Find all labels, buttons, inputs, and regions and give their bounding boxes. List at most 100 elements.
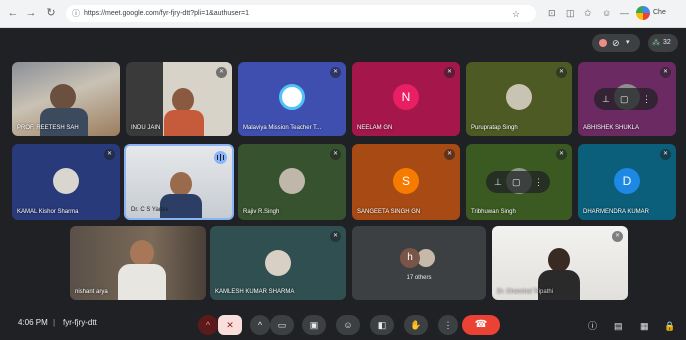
avatar: N xyxy=(393,84,419,110)
participant-tile-active-speaker[interactable]: Dr. C S Yadav xyxy=(124,144,234,220)
mic-off-icon: ✕ xyxy=(444,67,455,78)
participant-tile[interactable]: N ✕ NEELAM GN xyxy=(352,62,460,136)
participant-name: Rajiv R.Singh xyxy=(243,209,280,215)
participant-name: nishant arya xyxy=(75,289,108,295)
extension-icon[interactable]: ⊡ xyxy=(548,7,556,19)
participant-tile[interactable]: ⊥ ▢ ⋮ ✕ ABHISHEK SHUKLA xyxy=(578,62,676,136)
people-button[interactable]: ⁂ 32 xyxy=(648,34,678,52)
participant-tile[interactable]: ✕ Malaviya Mission Teacher T... xyxy=(238,62,346,136)
pin-icon[interactable]: ⊥ xyxy=(602,92,610,106)
participant-name: Dr. Chanchal Tripathi xyxy=(497,289,554,295)
address-bar[interactable]: ⓘ https://meet.google.com/fyr-fjry-dtt?p… xyxy=(66,5,536,22)
pin-icon[interactable]: ⊥ xyxy=(494,175,502,189)
participant-count: 32 xyxy=(663,39,671,46)
more-options-icon[interactable]: ⋮ xyxy=(642,92,651,106)
video-feed xyxy=(548,248,570,272)
avatar xyxy=(506,84,532,110)
participant-tile[interactable]: nishant arya xyxy=(70,226,206,300)
video-feed xyxy=(50,84,76,110)
participant-name: Purupratap Singh xyxy=(471,125,518,131)
participant-tile[interactable]: ✕ KAMLESH KUMAR SHARMA xyxy=(210,226,346,300)
participant-tile[interactable]: PROF. REETESH SAH xyxy=(12,62,120,136)
host-controls-icon[interactable]: 🔒 xyxy=(664,320,675,332)
more-options-button[interactable]: ⋮ xyxy=(438,315,458,335)
participant-name: KAMAL Kishor Sharma xyxy=(17,209,79,215)
participant-tile[interactable]: ✕ Rajiv R.Singh xyxy=(238,144,346,220)
call-controls-bar: 4:06 PM | fyr-fjry-dtt ^ ✕ ^ ▭ ▣ ☺ ◧ ✋ ⋮… xyxy=(0,306,686,340)
participant-tile[interactable]: ✕ INDU JAIN xyxy=(126,62,232,136)
bookmark-star-icon[interactable]: ☆ xyxy=(512,8,520,20)
participant-name: Malaviya Mission Teacher T... xyxy=(243,125,322,131)
recording-dot-icon xyxy=(599,39,607,47)
avatar xyxy=(53,168,79,194)
forward-icon[interactable]: → xyxy=(24,6,38,20)
participant-name: DHARMENDRA KUMAR xyxy=(583,209,650,215)
profile-label: Che xyxy=(653,9,666,16)
video-feed xyxy=(170,172,192,196)
avatar xyxy=(279,84,305,110)
tile-hover-controls: ⊥ ▢ ⋮ xyxy=(594,88,658,110)
participant-name: INDU JAIN xyxy=(131,125,161,131)
video-feed xyxy=(164,110,204,136)
participant-tile[interactable]: S ✕ SANGEETA SINGH GN xyxy=(352,144,460,220)
reload-icon[interactable]: ↻ xyxy=(44,6,58,20)
mic-off-icon: ✕ xyxy=(330,67,341,78)
participant-tile[interactable]: D ✕ DHARMENDRA KUMAR xyxy=(578,144,676,220)
mic-off-icon: ✕ xyxy=(612,231,623,242)
frame-icon[interactable]: ▢ xyxy=(620,92,629,106)
participant-name: Tribhuwan Singh xyxy=(471,209,516,215)
avatar xyxy=(265,250,291,276)
chat-icon[interactable]: ▤ xyxy=(614,320,623,332)
mic-off-button[interactable]: ✕ xyxy=(218,315,242,335)
participant-name: ABHISHEK SHUKLA xyxy=(583,125,640,131)
camera-button[interactable]: ▭ xyxy=(270,315,294,335)
recording-indicator[interactable]: ⊘ ▾ xyxy=(592,34,640,52)
account-icon[interactable]: ☺ xyxy=(602,7,611,19)
more-options-icon[interactable]: ⋮ xyxy=(534,175,543,189)
mic-off-icon: ✕ xyxy=(556,149,567,160)
emoji-button[interactable]: ☺ xyxy=(336,315,360,335)
mic-off-icon: ✕ xyxy=(330,149,341,160)
mic-off-icon: ✕ xyxy=(660,67,671,78)
participant-name: KAMLESH KUMAR SHARMA xyxy=(215,289,295,295)
back-icon[interactable]: ← xyxy=(6,6,20,20)
meet-window: ← → ↻ ⓘ https://meet.google.com/fyr-fjry… xyxy=(0,0,686,340)
avatar: S xyxy=(393,168,419,194)
mic-off-icon: ✕ xyxy=(660,149,671,160)
browser-toolbar: ← → ↻ ⓘ https://meet.google.com/fyr-fjry… xyxy=(0,0,686,28)
participant-tile[interactable]: ✕ Dr. Chanchal Tripathi xyxy=(492,226,628,300)
video-feed xyxy=(130,240,154,266)
others-count: 17 others xyxy=(406,275,432,281)
leave-call-button[interactable]: ☎ xyxy=(462,315,500,335)
video-feed xyxy=(172,88,194,112)
speaking-indicator-icon xyxy=(214,151,227,164)
info-icon[interactable]: ⓘ xyxy=(588,320,597,332)
avatar: D xyxy=(614,168,640,194)
activities-icon[interactable]: ▦ xyxy=(640,320,649,332)
site-info-icon[interactable]: ⓘ xyxy=(72,7,80,20)
camera-options-chevron-icon[interactable]: ^ xyxy=(250,315,270,335)
chevron-down-icon: ▾ xyxy=(626,39,630,46)
avatar: h xyxy=(400,248,420,268)
mic-options-chevron-icon[interactable]: ^ xyxy=(198,315,218,335)
separator: | xyxy=(53,318,56,327)
participant-name: NEELAM GN xyxy=(357,125,393,131)
copilot-icon[interactable] xyxy=(636,6,650,20)
participant-tile[interactable]: ⊥ ▢ ⋮ ✕ Tribhuwan Singh xyxy=(466,144,572,220)
participant-name: Dr. C S Yadav xyxy=(131,207,169,213)
others-tile[interactable]: h 17 others xyxy=(352,226,486,300)
favorites-icon[interactable]: ✩ xyxy=(584,7,592,19)
raise-hand-button[interactable]: ✋ xyxy=(404,315,428,335)
meeting-code: fyr-fjry-dtt xyxy=(63,318,97,327)
minimize-icon[interactable]: — xyxy=(620,7,629,19)
people-icon: ⁂ xyxy=(652,38,660,47)
video-feed xyxy=(118,264,166,300)
captions-button[interactable]: ▣ xyxy=(302,315,326,335)
present-button[interactable]: ◧ xyxy=(370,315,394,335)
tab-search-icon[interactable]: ◫ xyxy=(566,7,575,19)
frame-icon[interactable]: ▢ xyxy=(512,175,521,189)
mic-off-icon: ✕ xyxy=(556,67,567,78)
url-text: https://meet.google.com/fyr-fjry-dtt?pli… xyxy=(84,10,249,17)
participant-tile[interactable]: ✕ KAMAL Kishor Sharma xyxy=(12,144,120,220)
participant-tile[interactable]: ✕ Purupratap Singh xyxy=(466,62,572,136)
